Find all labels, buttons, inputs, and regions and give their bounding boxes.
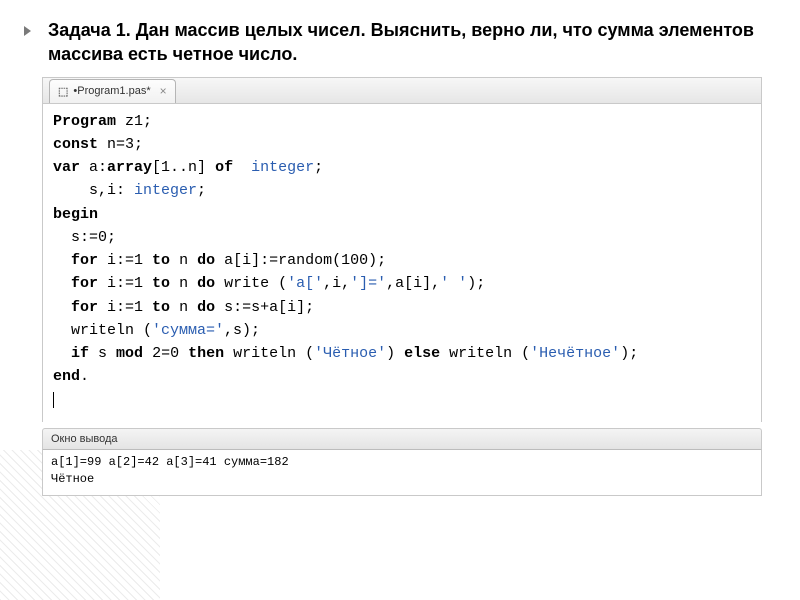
code-line: for i:=1 to n do a[i]:=random(100); [53, 249, 751, 272]
code-line: var a:array[1..n] of integer; [53, 156, 751, 179]
file-icon: ⬚ [58, 85, 68, 98]
code-line: for i:=1 to n do s:=s+a[i]; [53, 296, 751, 319]
text-cursor [53, 392, 54, 408]
slide: Задача 1. Дан массив целых чисел. Выясни… [0, 0, 800, 600]
bullet-icon [24, 26, 31, 36]
code-line: writeln ('сумма=',s); [53, 319, 751, 342]
code-line: for i:=1 to n do write ('a[',i,']=',a[i]… [53, 272, 751, 295]
code-line: end. [53, 365, 751, 388]
code-line: s:=0; [53, 226, 751, 249]
code-editor[interactable]: Program z1; const n=3; var a:array[1..n]… [43, 104, 761, 422]
editor-window: ⬚ •Program1.pas* × Program z1; const n=3… [42, 77, 762, 422]
code-line: begin [53, 203, 751, 226]
code-line: const n=3; [53, 133, 751, 156]
close-icon[interactable]: × [160, 84, 167, 98]
code-line [53, 389, 751, 412]
tab-program1[interactable]: ⬚ •Program1.pas* × [49, 79, 176, 103]
code-line: if s mod 2=0 then writeln ('Чётное') els… [53, 342, 751, 365]
tab-bar: ⬚ •Program1.pas* × [43, 78, 761, 104]
output-line: a[1]=99 a[2]=42 a[3]=41 сумма=182 [51, 454, 753, 471]
output-panel: Окно вывода a[1]=99 a[2]=42 a[3]=41 сумм… [42, 428, 762, 497]
output-title: Окно вывода [42, 428, 762, 450]
code-line: Program z1; [53, 110, 751, 133]
code-line: s,i: integer; [53, 179, 751, 202]
output-body[interactable]: a[1]=99 a[2]=42 a[3]=41 сумма=182 Чётное [42, 450, 762, 497]
task-title: Задача 1. Дан массив целых чисел. Выясни… [42, 18, 772, 67]
tab-label: •Program1.pas* [73, 85, 150, 97]
output-line: Чётное [51, 471, 753, 488]
